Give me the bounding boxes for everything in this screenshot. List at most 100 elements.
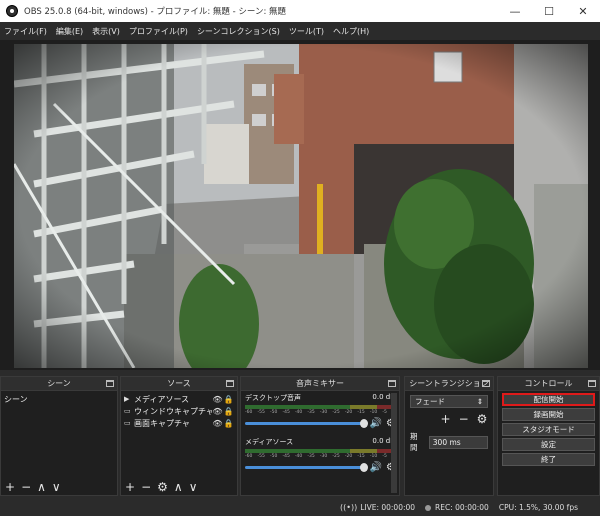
remove-scene-button[interactable]: − bbox=[21, 480, 31, 494]
move-down-button[interactable]: ∨ bbox=[52, 480, 61, 494]
window-title: OBS 25.0.8 (64-bit, windows) - プロファイル: 無… bbox=[24, 7, 287, 17]
remove-source-button[interactable]: − bbox=[141, 480, 151, 494]
studio-mode-button[interactable]: スタジオモード bbox=[502, 423, 595, 436]
volume-fader[interactable] bbox=[245, 463, 368, 472]
lock-icon[interactable]: 🔒 bbox=[223, 419, 234, 428]
volume-meter bbox=[245, 449, 395, 453]
scenes-toolbar: + − ∧ ∨ bbox=[1, 479, 117, 495]
scenes-dock-title: シーン bbox=[47, 379, 71, 388]
transitions-dock-title: シーントランジション bbox=[409, 379, 489, 388]
gear-icon[interactable]: ⚙ bbox=[157, 480, 168, 494]
list-item[interactable]: ▶ メディアソース 👁 🔒 bbox=[121, 393, 237, 405]
list-item[interactable]: シーン bbox=[4, 394, 114, 405]
status-bar: ((•)) LIVE: 00:00:00 REC: 00:00:00 CPU: 1… bbox=[0, 498, 600, 516]
duration-input[interactable]: 300 ms bbox=[428, 435, 488, 449]
list-item[interactable]: ▭ ウィンドウキャプチャ 👁 🔒 bbox=[121, 405, 237, 417]
lock-icon[interactable]: 🔒 bbox=[223, 407, 234, 416]
maximize-button[interactable]: ☐ bbox=[532, 0, 566, 22]
remove-transition-button[interactable]: − bbox=[459, 412, 469, 426]
chevron-updown-icon: ⇕ bbox=[476, 397, 483, 406]
speaker-icon[interactable]: 🔊 bbox=[370, 462, 382, 473]
menu-tools[interactable]: ツール(T) bbox=[289, 26, 324, 37]
start-recording-button[interactable]: 録画開始 bbox=[502, 408, 595, 421]
rec-status: REC: 00:00:00 bbox=[425, 503, 489, 512]
exit-button[interactable]: 終了 bbox=[502, 453, 595, 466]
mixer-scrollbar[interactable] bbox=[391, 393, 397, 493]
transition-selected: フェード bbox=[415, 397, 445, 406]
live-status: ((•)) LIVE: 00:00:00 bbox=[339, 502, 416, 512]
controls-dock: コントロール 配信開始 録画開始 スタジオモード 設定 終了 bbox=[497, 376, 600, 496]
audio-mixer-dock: 音声ミキサー デスクトップ音声 0.0 dB -60 -55 -50 -45 -40 -3… bbox=[240, 376, 400, 496]
menu-view[interactable]: 表示(V) bbox=[92, 26, 120, 37]
scene-list: シーン bbox=[1, 391, 117, 408]
menu-file[interactable]: ファイル(F) bbox=[4, 26, 47, 37]
duration-label: 期間 bbox=[410, 432, 418, 452]
list-item[interactable]: ▭ 画面キャプチャ 👁 🔒 bbox=[121, 417, 237, 429]
controls-dock-title: コントロール bbox=[524, 379, 573, 388]
transition-select[interactable]: フェード ⇕ bbox=[410, 395, 488, 408]
menu-help[interactable]: ヘルプ(H) bbox=[333, 26, 369, 37]
minimize-button[interactable]: — bbox=[498, 0, 532, 22]
move-down-button[interactable]: ∨ bbox=[189, 480, 198, 494]
mixer-dock-title: 音声ミキサー bbox=[296, 379, 344, 388]
preview-area bbox=[0, 40, 600, 370]
controls-dock-header: コントロール bbox=[498, 377, 599, 391]
scenes-dock-header: シーン bbox=[1, 377, 117, 391]
volume-meter bbox=[245, 405, 395, 409]
monitor-icon: ▭ bbox=[124, 419, 131, 427]
sources-dock: ソース ▶ メディアソース 👁 🔒 ▭ ウィンドウキャプチャ 👁 🔒 ▭ 画面キ… bbox=[120, 376, 238, 496]
add-scene-button[interactable]: + bbox=[5, 480, 15, 494]
meter-ticks: -60-55-50-45-40-35-30-25-20-15-10-50 bbox=[245, 410, 395, 415]
duration-row: 期間 300 ms bbox=[410, 431, 488, 453]
mixer-dock-header: 音声ミキサー bbox=[241, 377, 399, 391]
cpu-status: CPU: 1.5%, 30.00 fps bbox=[498, 502, 578, 512]
window-icon: ▭ bbox=[124, 407, 131, 415]
source-list: ▶ メディアソース 👁 🔒 ▭ ウィンドウキャプチャ 👁 🔒 ▭ 画面キャプチャ… bbox=[121, 391, 237, 429]
lock-icon[interactable]: 🔒 bbox=[223, 395, 234, 404]
fader-knob[interactable] bbox=[359, 463, 368, 472]
menu-profile[interactable]: プロファイル(P) bbox=[129, 26, 188, 37]
speaker-icon[interactable]: 🔊 bbox=[370, 418, 382, 429]
camera-scene-image bbox=[14, 44, 588, 368]
scenes-dock: シーン シーン + − ∧ ∨ bbox=[0, 376, 118, 496]
visibility-eye-icon[interactable]: 👁 bbox=[212, 419, 223, 428]
gear-icon[interactable]: ⚙ bbox=[477, 412, 488, 426]
track-name: デスクトップ音声 bbox=[245, 394, 301, 402]
fader-knob[interactable] bbox=[359, 419, 368, 428]
undock-icon[interactable] bbox=[226, 380, 234, 387]
sources-dock-header: ソース bbox=[121, 377, 237, 391]
close-button[interactable]: ✕ bbox=[566, 0, 600, 22]
meter-ticks: -60-55-50-45-40-35-30-25-20-15-10-50 bbox=[245, 454, 395, 459]
scene-transitions-dock: シーントランジション フェード ⇕ + − ⚙ 期間 300 ms bbox=[404, 376, 494, 496]
visibility-eye-icon[interactable]: 👁 bbox=[212, 395, 223, 404]
source-label: メディアソース bbox=[134, 394, 190, 404]
settings-button[interactable]: 設定 bbox=[502, 438, 595, 451]
obs-logo-icon bbox=[6, 5, 18, 17]
window-controls: — ☐ ✕ bbox=[498, 0, 600, 22]
visibility-eye-icon[interactable]: 👁 bbox=[212, 407, 223, 416]
undock-icon[interactable] bbox=[482, 380, 490, 387]
move-up-button[interactable]: ∧ bbox=[174, 480, 183, 494]
source-label: 画面キャプチャ bbox=[134, 418, 190, 428]
undock-icon[interactable] bbox=[388, 380, 396, 387]
start-streaming-button[interactable]: 配信開始 bbox=[502, 393, 595, 406]
track-name: メディアソース bbox=[245, 438, 294, 446]
sources-toolbar: + − ⚙ ∧ ∨ bbox=[121, 479, 237, 495]
move-up-button[interactable]: ∧ bbox=[37, 480, 46, 494]
play-icon: ▶ bbox=[124, 395, 130, 403]
transitions-dock-header: シーントランジション bbox=[405, 377, 493, 391]
mixer-track-media: メディアソース 0.0 dB -60 -55 -50 -45 -40 -35 -30 -25-… bbox=[241, 435, 399, 475]
record-dot-icon bbox=[425, 504, 432, 511]
source-label: ウィンドウキャプチャ bbox=[134, 406, 212, 416]
sources-dock-title: ソース bbox=[167, 379, 191, 388]
title-bar: OBS 25.0.8 (64-bit, windows) - プロファイル: 無… bbox=[0, 0, 600, 22]
undock-icon[interactable] bbox=[588, 380, 596, 387]
preview-canvas[interactable] bbox=[14, 44, 588, 368]
add-source-button[interactable]: + bbox=[125, 480, 135, 494]
add-transition-button[interactable]: + bbox=[441, 412, 451, 426]
menu-scene-collection[interactable]: シーンコレクション(S) bbox=[197, 26, 280, 37]
menu-edit[interactable]: 編集(E) bbox=[56, 26, 83, 37]
undock-icon[interactable] bbox=[106, 380, 114, 387]
broadcast-icon: ((•)) bbox=[339, 502, 358, 512]
volume-fader[interactable] bbox=[245, 419, 368, 428]
